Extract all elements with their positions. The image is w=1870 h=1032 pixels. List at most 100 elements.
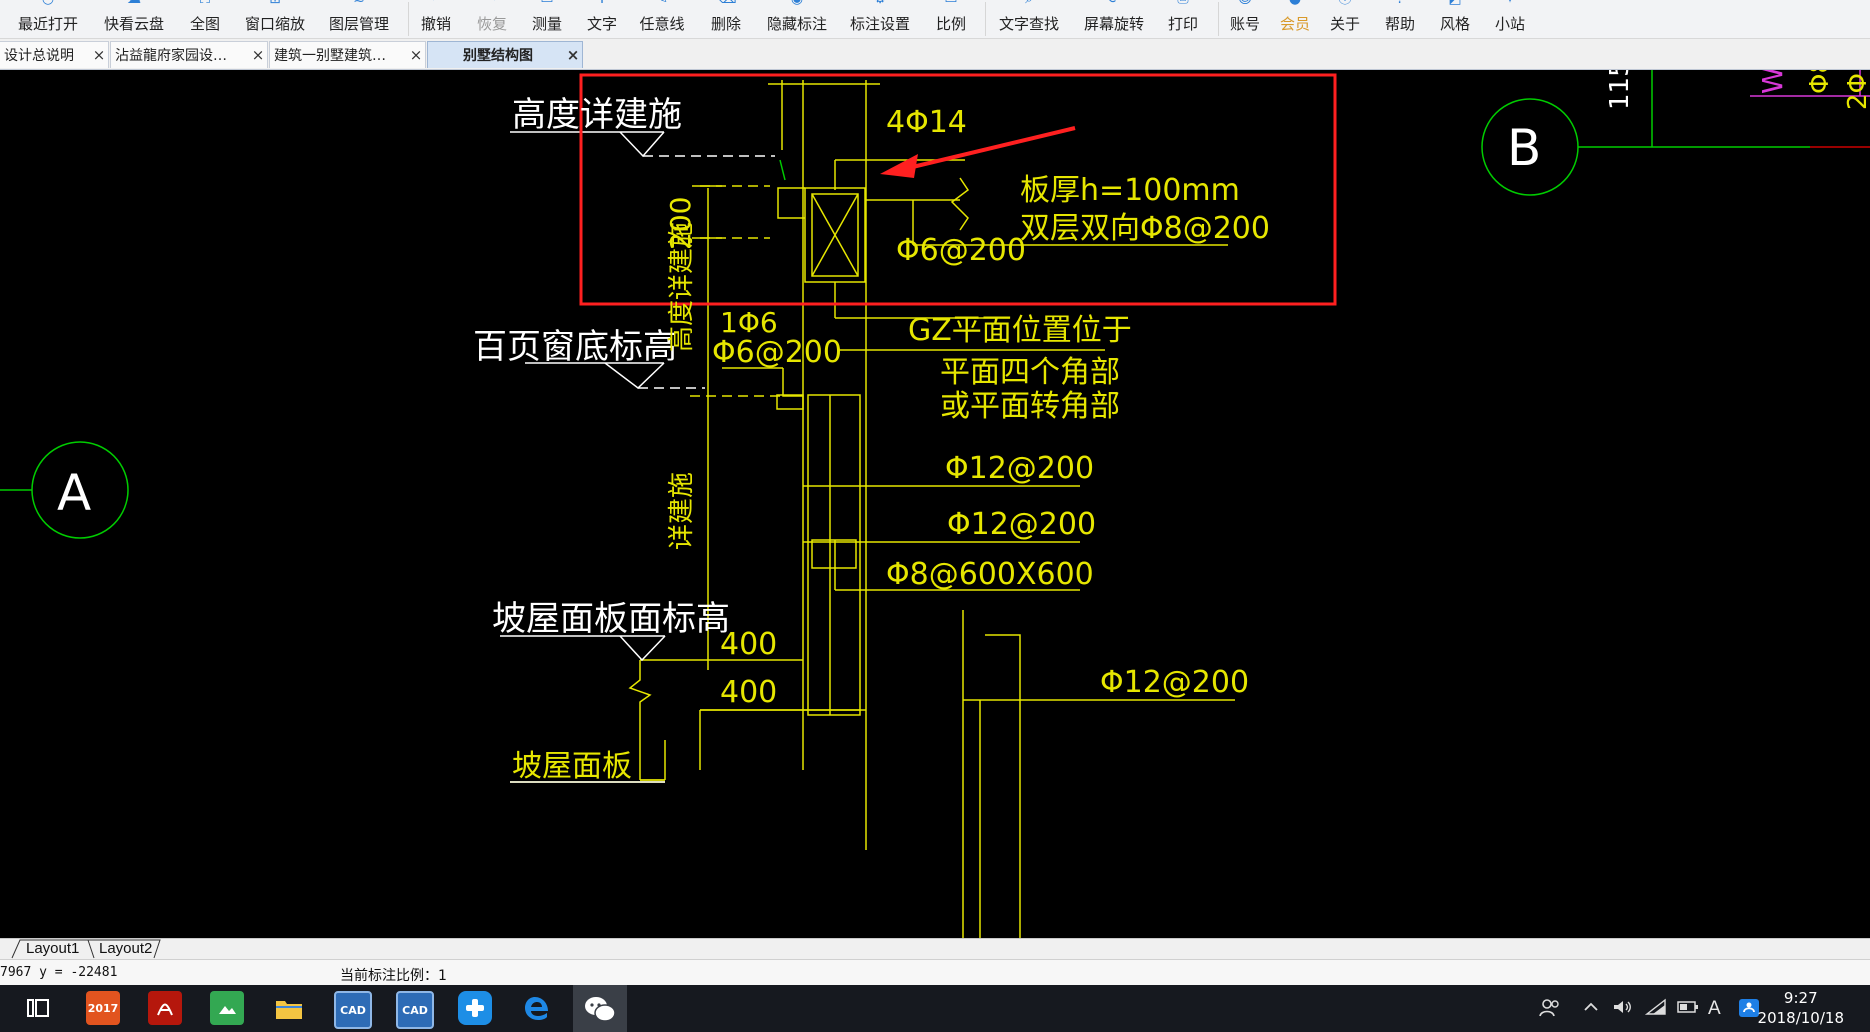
toolbar-redo-button[interactable]: ↷ 恢复	[462, 0, 522, 38]
toolbar-label: 关于	[1329, 15, 1360, 33]
tab-villa-architecture[interactable]: 建筑一别墅建筑… ×	[269, 41, 426, 68]
tab-design-notes[interactable]: 设计总说明 ×	[0, 41, 109, 68]
help-icon: ?	[1391, 0, 1409, 8]
toolbar-text-button[interactable]: T 文字	[572, 0, 632, 38]
toolbar-undo-button[interactable]: ↶ 撤销	[406, 0, 466, 38]
toolbar-info-button[interactable]: ⓘ 关于	[1315, 0, 1375, 38]
toolbar-label: 最近打开	[18, 15, 79, 33]
slope-roof-slab-text: 坡屋面板	[512, 749, 632, 784]
close-icon[interactable]: ×	[564, 46, 582, 64]
gallery-icon[interactable]	[210, 991, 244, 1025]
coordinate-readout: 7967 y = -22481	[0, 965, 118, 980]
slab-thickness-text: 板厚h=100mm	[1020, 173, 1240, 208]
toolbar-label: 图层管理	[329, 15, 390, 33]
acrobat-icon[interactable]	[148, 991, 182, 1025]
toolbar-separator	[408, 2, 409, 36]
toolbar-pen-button[interactable]: ✎ 任意线	[632, 0, 692, 38]
wechat-icon[interactable]	[573, 985, 627, 1032]
cad-drawing: 高度详建施 百页窗底标高 坡屋面板面标高 B A 1150 30 150 4Φ1…	[0, 70, 1870, 938]
cad-viewer-2-icon[interactable]: CAD	[396, 991, 434, 1029]
toolbar-window-zoom-button[interactable]: ⊞ 窗口缩放	[245, 0, 305, 38]
toolbar-style-button[interactable]: ◩ 风格	[1425, 0, 1485, 38]
toolbar-eraser-button[interactable]: ⌫ 删除	[696, 0, 756, 38]
drawing-canvas[interactable]: 高度详建施 百页窗底标高 坡屋面板面标高 B A 1150 30 150 4Φ1…	[0, 70, 1870, 938]
gz-position-text: GZ平面位置位于	[908, 313, 1132, 348]
toolbar-search-text-button[interactable]: ⌕ 文字查找	[999, 0, 1059, 38]
mobile-assistant-icon[interactable]	[458, 991, 492, 1025]
right-2phi-text: 2Φ	[1843, 73, 1870, 110]
fullview-icon: ⛶	[196, 0, 214, 8]
main-toolbar: ◷ 最近打开 ☁ 快看云盘 ⛶ 全图 ⊞ 窗口缩放 ≋ 图层管理 ↶ 撤销 ↷ 恢复 ▭ 测量 T 文字 ✎ 任意线 ⌫…	[0, 0, 1870, 39]
toolbar-layers-button[interactable]: ≋ 图层管理	[329, 0, 389, 38]
close-icon[interactable]: ×	[407, 46, 425, 64]
toolbar-rotate-button[interactable]: ⟳ 屏幕旋转	[1084, 0, 1144, 38]
volume-icon[interactable]	[1612, 998, 1634, 1021]
toolbar-label: 文字查找	[999, 15, 1060, 33]
toolbar-eye-button[interactable]: ◉ 隐藏标注	[767, 0, 827, 38]
battery-icon	[1676, 998, 1700, 1021]
dim-1150-text: 1150	[1605, 70, 1635, 110]
cloud-icon: ☁	[125, 0, 143, 8]
cad-viewer-icon[interactable]: CAD	[334, 991, 372, 1029]
clock-date: 2018/10/18	[1757, 1009, 1844, 1027]
see-arch-vertical-text: 详建施	[667, 472, 697, 550]
clock-time: 9:27	[1783, 989, 1818, 1007]
toolbar-clock-button[interactable]: ◷ 最近打开	[18, 0, 78, 38]
annotation-scale-text: 当前标注比例：1	[340, 968, 447, 984]
toolbar-label: 小站	[1494, 15, 1525, 33]
toolbar-label: 账号	[1229, 15, 1260, 33]
toolbar-fullview-button[interactable]: ⛶ 全图	[175, 0, 235, 38]
system-clock[interactable]: 9:27 2018/10/18	[1758, 988, 1844, 1028]
stirrup-phi6-text: Φ6@200	[896, 233, 1026, 268]
layout-tab-shapes	[11, 939, 161, 959]
phi8-600-text: Φ8@600X600	[886, 557, 1094, 592]
toolbar-label: 会员	[1279, 15, 1310, 33]
toolbar-label: 隐藏标注	[767, 15, 828, 33]
file-explorer-icon[interactable]	[272, 991, 306, 1025]
plan-turns-text: 或平面转角部	[940, 389, 1120, 424]
toolbar-label: 打印	[1167, 15, 1198, 33]
phi12-200-c-text: Φ12@200	[1100, 665, 1249, 700]
wifi-icon[interactable]	[1644, 998, 1667, 1021]
ruler-icon: ▭	[538, 0, 556, 8]
toolbar-cloud-button[interactable]: ☁ 快看云盘	[104, 0, 164, 38]
tab-longfu-design[interactable]: 沾益龍府家园设… ×	[110, 41, 268, 68]
slope-roof-level-text: 坡屋面板面标高	[492, 599, 730, 639]
input-method-indicator[interactable]: A	[1708, 998, 1721, 1020]
chevron-up-icon[interactable]	[1582, 998, 1600, 1021]
people-icon[interactable]	[1538, 998, 1560, 1023]
toolbar-separator	[985, 2, 986, 36]
cad-2017-icon[interactable]: 2017	[86, 991, 120, 1025]
tab-label: 设计总说明	[4, 48, 74, 64]
scale-icon: ▭	[942, 0, 960, 8]
toolbar-label: 测量	[531, 15, 562, 33]
toolbar-label: 删除	[710, 15, 741, 33]
text-icon: T	[593, 0, 611, 8]
edge-icon[interactable]	[520, 991, 554, 1025]
info-icon: ⓘ	[1336, 0, 1354, 8]
toolbar-scale-button[interactable]: ▭ 比例	[921, 0, 981, 38]
close-icon[interactable]: ×	[90, 46, 108, 64]
windows-taskbar: 2017 CAD CAD A 9:27 2018/10/18	[0, 985, 1870, 1032]
pen-icon: ✎	[653, 0, 671, 8]
close-icon[interactable]: ×	[249, 46, 267, 64]
tab-villa-structure[interactable]: 别墅结构图 ×	[427, 41, 583, 68]
toolbar-label: 窗口缩放	[245, 15, 306, 33]
undo-icon: ↶	[427, 0, 445, 8]
phi12-200-a-text: Φ12@200	[945, 451, 1094, 486]
height-see-arch-text: 高度详建施	[512, 95, 682, 135]
toolbar-settings-button[interactable]: ⚙ 标注设置	[850, 0, 910, 38]
toolbar-ruler-button[interactable]: ▭ 测量	[517, 0, 577, 38]
axis-b-label: B	[1507, 119, 1541, 177]
style-icon: ◩	[1446, 0, 1464, 8]
toolbar-printer-button[interactable]: ⎙ 打印	[1153, 0, 1213, 38]
tab-label: 建筑一别墅建筑…	[274, 48, 386, 64]
eraser-icon: ⌫	[717, 0, 737, 8]
toolbar-separator	[1218, 2, 1219, 36]
right-phi8-text: Φ8	[1805, 70, 1835, 94]
height-see-arch-vertical-text: 高度详建施	[667, 222, 697, 352]
task-view-icon[interactable]	[22, 991, 56, 1025]
tab-label: 沾益龍府家园设…	[115, 48, 227, 64]
toolbar-help-button[interactable]: ? 帮助	[1370, 0, 1430, 38]
toolbar-station-button[interactable]: ✦ 小站	[1480, 0, 1540, 38]
